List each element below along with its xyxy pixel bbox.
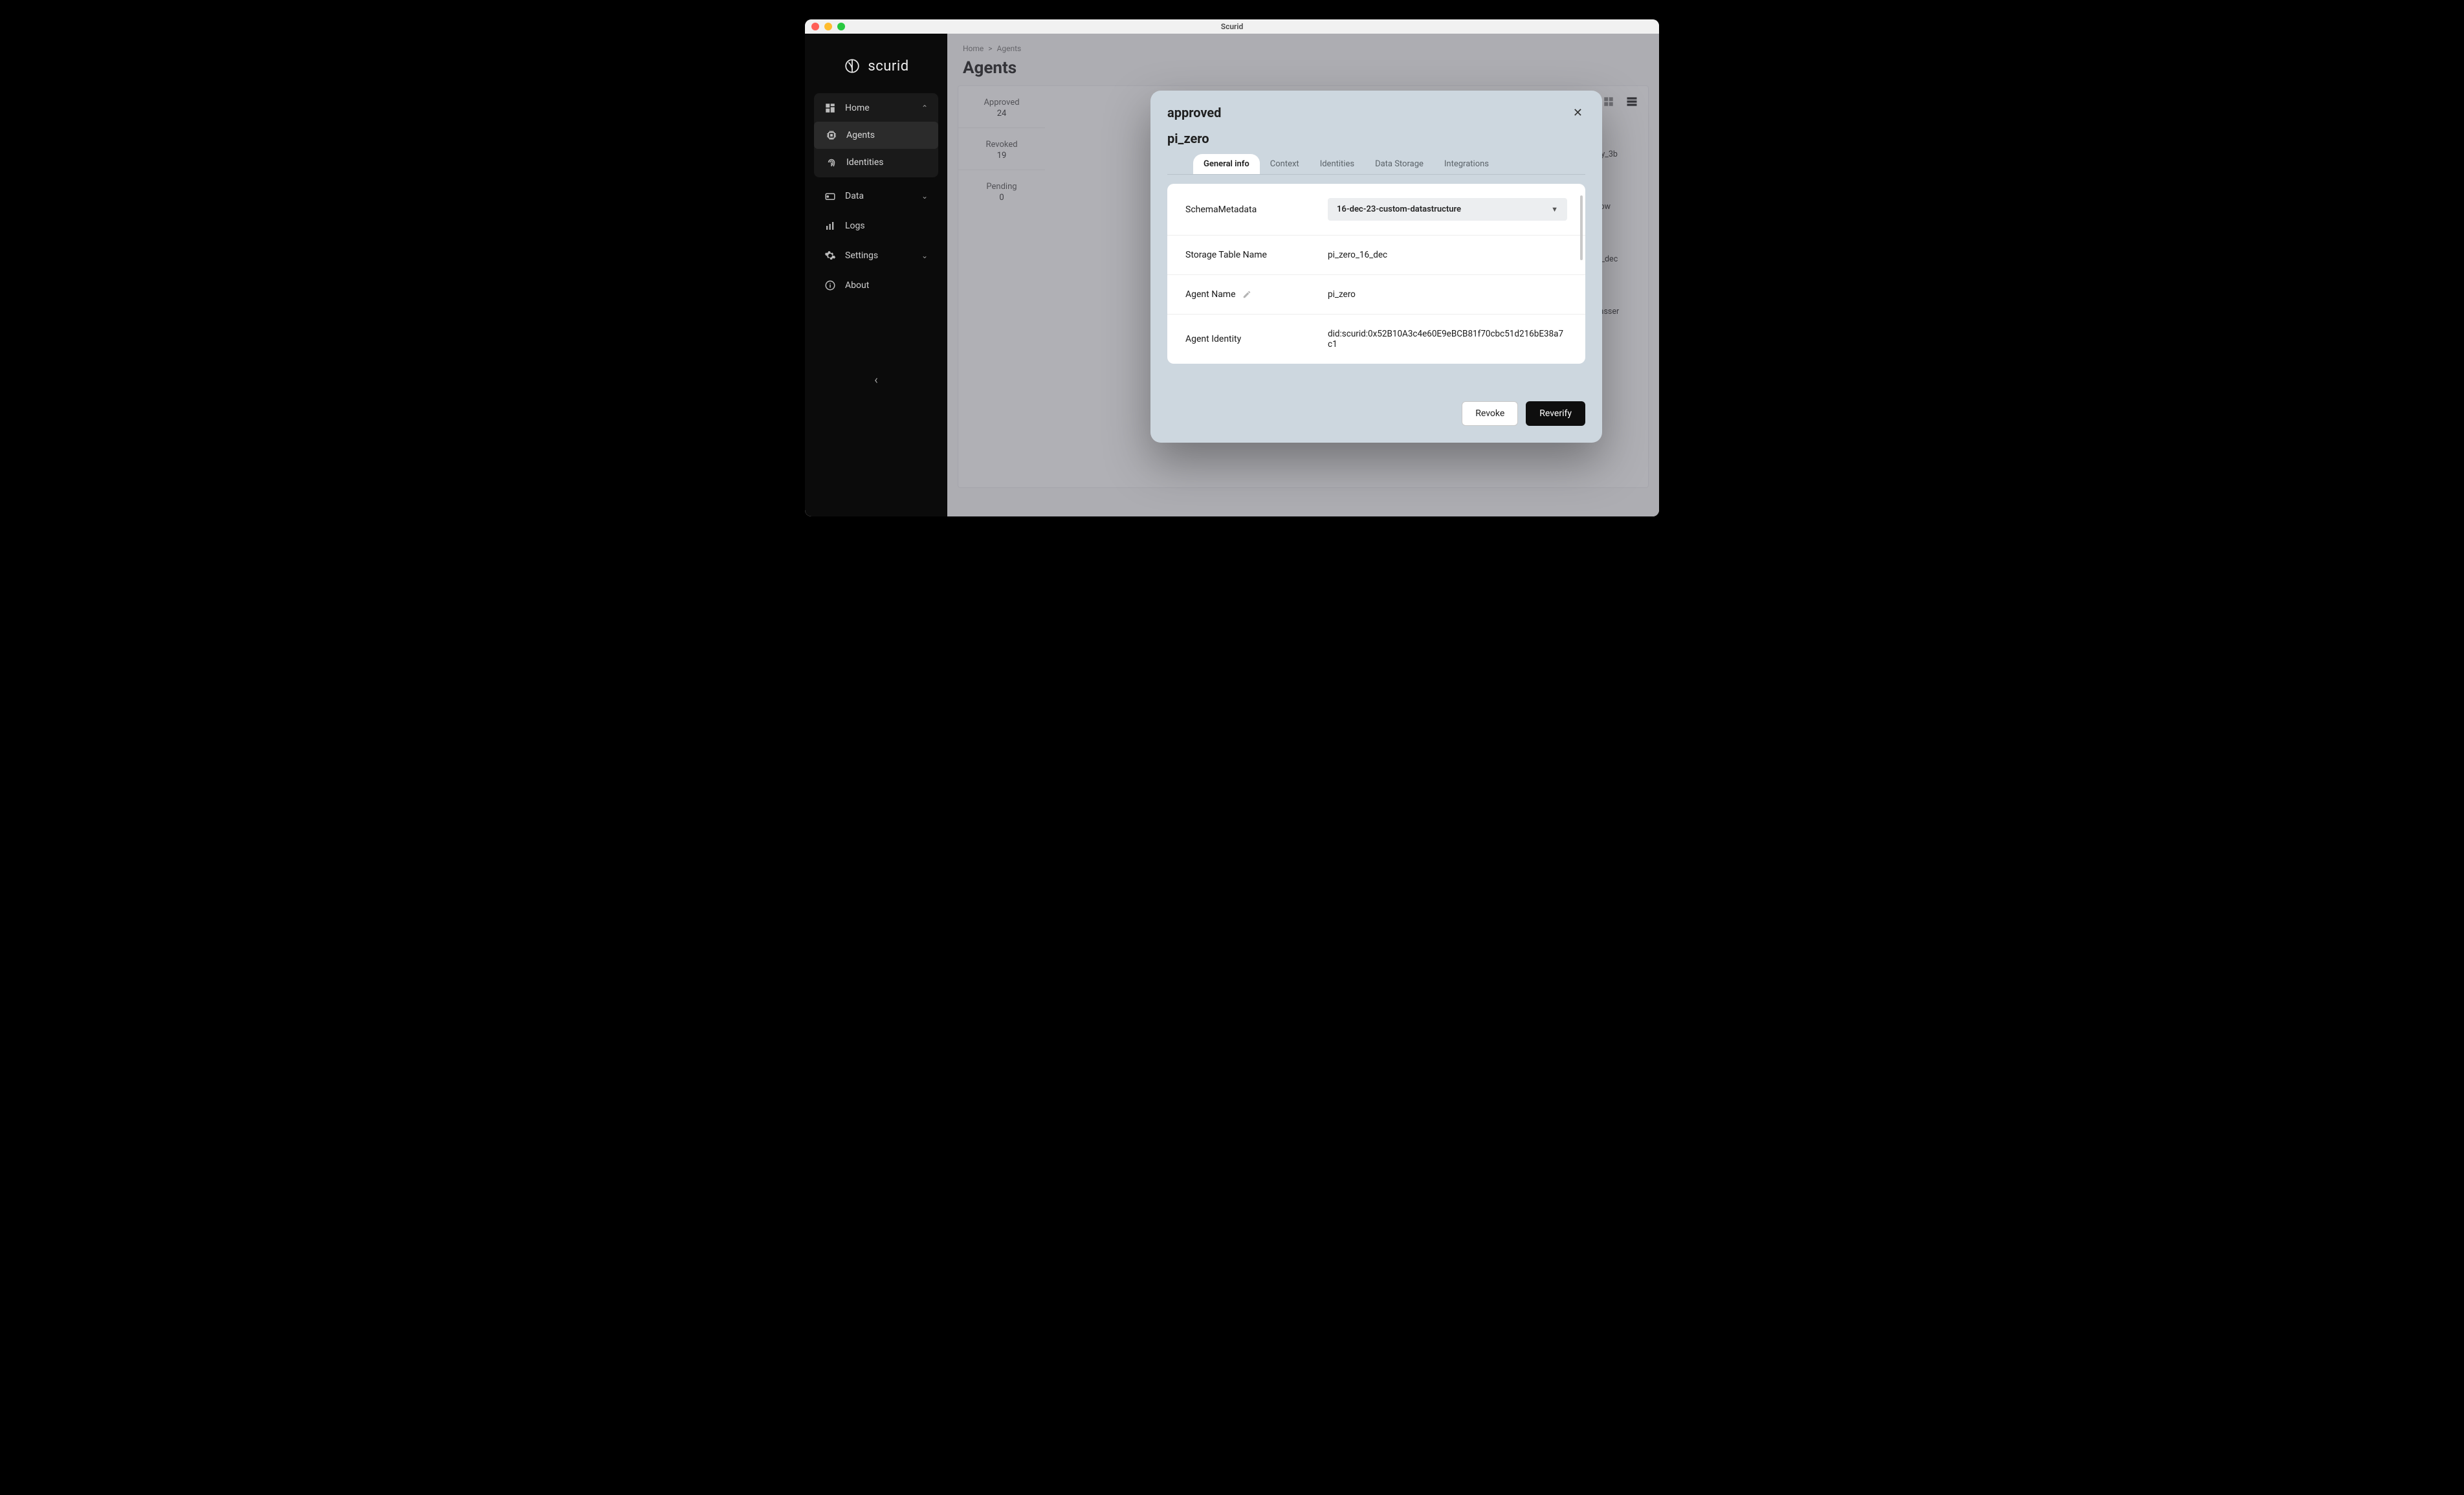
field-value: pi_zero_16_dec [1328, 250, 1567, 260]
tab-general-info[interactable]: General info [1193, 154, 1260, 174]
field-label: SchemaMetadata [1185, 205, 1315, 215]
revoke-button[interactable]: Revoke [1462, 401, 1518, 426]
sidebar-item-logs[interactable]: Logs [814, 211, 938, 241]
chart-icon [824, 220, 836, 232]
field-value: did:scurid:0x52B10A3c4e60E9eBCB81f70cbc5… [1328, 329, 1567, 349]
sidebar-label-home: Home [845, 103, 870, 113]
storage-icon [824, 190, 836, 202]
tab-data-storage[interactable]: Data Storage [1365, 154, 1434, 174]
tab-context[interactable]: Context [1260, 154, 1310, 174]
sidebar-label-settings: Settings [845, 250, 878, 261]
tab-integrations[interactable]: Integrations [1434, 154, 1499, 174]
edit-icon[interactable] [1242, 290, 1251, 299]
sidebar-item-settings[interactable]: Settings ⌄ [814, 241, 938, 271]
close-icon[interactable]: ✕ [1570, 105, 1585, 122]
modal-status: approved [1167, 105, 1221, 120]
field-storage-table: Storage Table Name pi_zero_16_dec [1167, 236, 1585, 275]
modal-title: pi_zero [1167, 131, 1585, 146]
info-icon [824, 280, 836, 291]
chevron-up-icon: ⌃ [921, 104, 928, 113]
brand-name: scurid [868, 58, 908, 74]
field-agent-name: Agent Name pi_zero [1167, 275, 1585, 315]
window-title: Scurid [805, 22, 1659, 31]
fingerprint-icon [826, 157, 837, 168]
sidebar-item-home[interactable]: Home ⌃ [814, 94, 938, 122]
schema-metadata-select[interactable]: 16-dec-23-custom-datastructure ▼ [1328, 198, 1567, 221]
chip-icon [826, 129, 837, 141]
dashboard-icon [824, 102, 836, 114]
field-label: Agent Name [1185, 289, 1236, 300]
sidebar-item-identities[interactable]: Identities [814, 149, 938, 176]
field-schema-metadata: SchemaMetadata 16-dec-23-custom-datastru… [1167, 184, 1585, 236]
field-agent-identity: Agent Identity did:scurid:0x52B10A3c4e60… [1167, 315, 1585, 364]
field-label: Agent Identity [1185, 334, 1315, 344]
scurid-logo-icon [843, 57, 861, 75]
sidebar-label-data: Data [845, 191, 864, 201]
field-label: Storage Table Name [1185, 250, 1315, 260]
field-value: pi_zero [1328, 289, 1567, 300]
app-window: Scurid scurid [805, 19, 1659, 516]
modal-actions: Revoke Reverify [1167, 401, 1585, 426]
sidebar-item-data[interactable]: Data ⌄ [814, 181, 938, 211]
modal-tabs: General info Context Identities Data Sto… [1167, 154, 1585, 175]
sidebar: scurid Home ⌃ [805, 34, 947, 516]
reverify-button[interactable]: Reverify [1526, 401, 1585, 426]
sidebar-label-logs: Logs [845, 221, 865, 231]
nav-group-home: Home ⌃ Agents Identities [814, 93, 938, 177]
chevron-down-icon: ⌄ [921, 251, 928, 260]
main-content: Home > Agents Agents Approved 24 Revoked… [947, 34, 1659, 516]
tab-identities[interactable]: Identities [1310, 154, 1365, 174]
collapse-sidebar-button[interactable]: ‹ [805, 360, 947, 400]
agent-detail-modal: approved ✕ pi_zero General info Context … [1150, 91, 1602, 443]
chevron-left-icon: ‹ [874, 373, 877, 387]
sidebar-item-about[interactable]: About [814, 271, 938, 300]
modal-panel: SchemaMetadata 16-dec-23-custom-datastru… [1167, 184, 1585, 364]
chevron-down-icon: ▼ [1551, 205, 1558, 214]
sidebar-label-agents: Agents [846, 130, 875, 140]
sidebar-label-identities: Identities [846, 157, 883, 168]
select-value: 16-dec-23-custom-datastructure [1337, 205, 1461, 214]
sidebar-item-agents[interactable]: Agents [814, 122, 938, 149]
brand-logo: scurid [805, 45, 947, 93]
sidebar-label-about: About [845, 280, 869, 291]
titlebar: Scurid [805, 19, 1659, 34]
gear-icon [824, 250, 836, 261]
chevron-down-icon: ⌄ [921, 192, 928, 201]
